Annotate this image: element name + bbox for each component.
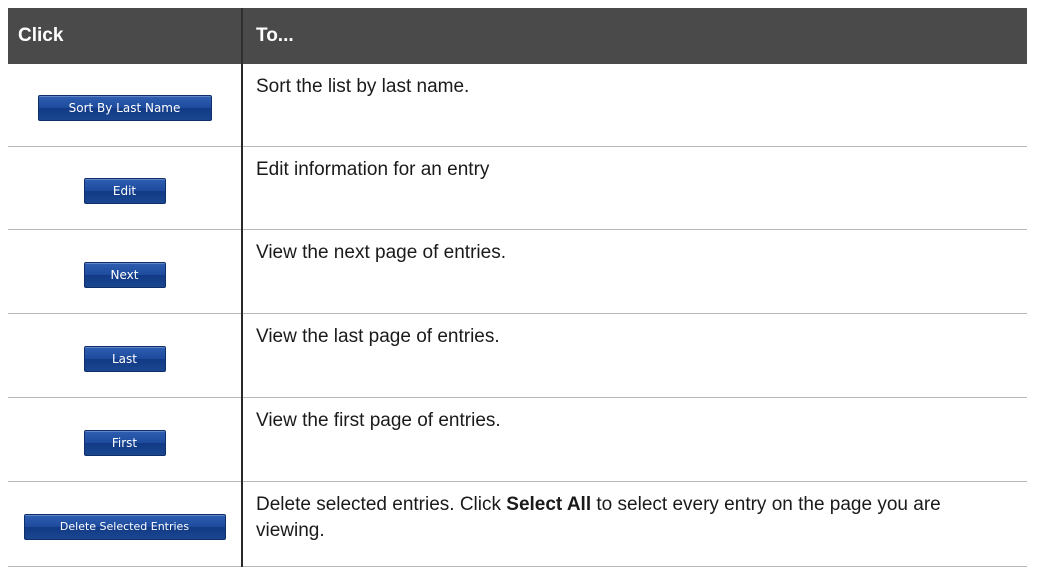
reference-table-container: Click To... Sort By Last Name Sort the l… bbox=[8, 8, 1027, 567]
description-cell: Sort the list by last name. bbox=[241, 64, 1027, 147]
edit-button[interactable]: Edit bbox=[83, 178, 166, 204]
click-cell: Sort By Last Name bbox=[8, 64, 242, 147]
table-header-row: Click To... bbox=[8, 8, 1027, 64]
description-cell: View the first page of entries. bbox=[241, 397, 1027, 482]
table-row: First View the first page of entries. bbox=[8, 397, 1027, 482]
click-cell: Next bbox=[8, 229, 242, 314]
delete-selected-entries-button[interactable]: Delete Selected Entries bbox=[23, 514, 226, 540]
description-cell: Delete selected entries. Click Select Al… bbox=[241, 481, 1027, 567]
click-cell: Edit bbox=[8, 146, 242, 230]
click-cell: First bbox=[8, 397, 242, 482]
table-row: Sort By Last Name Sort the list by last … bbox=[8, 64, 1027, 147]
select-all-reference: Select All bbox=[506, 494, 592, 515]
header-to: To... bbox=[241, 8, 1027, 64]
description-text-before: Delete selected entries. Click bbox=[256, 494, 507, 515]
description-cell: Edit information for an entry bbox=[241, 146, 1027, 230]
description-cell: View the last page of entries. bbox=[241, 313, 1027, 398]
table-row: Next View the next page of entries. bbox=[8, 229, 1027, 314]
description-cell: View the next page of entries. bbox=[241, 229, 1027, 314]
table-row: Last View the last page of entries. bbox=[8, 313, 1027, 398]
first-button[interactable]: First bbox=[83, 429, 166, 456]
click-cell: Last bbox=[8, 313, 242, 398]
click-cell: Delete Selected Entries bbox=[8, 481, 242, 567]
last-button[interactable]: Last bbox=[83, 345, 166, 372]
table-row: Edit Edit information for an entry bbox=[8, 146, 1027, 230]
sort-by-last-name-button[interactable]: Sort By Last Name bbox=[37, 95, 212, 121]
next-button[interactable]: Next bbox=[83, 261, 166, 288]
button-reference-table: Click To... Sort By Last Name Sort the l… bbox=[8, 8, 1027, 567]
header-click: Click bbox=[8, 8, 242, 64]
table-row: Delete Selected Entries Delete selected … bbox=[8, 481, 1027, 567]
